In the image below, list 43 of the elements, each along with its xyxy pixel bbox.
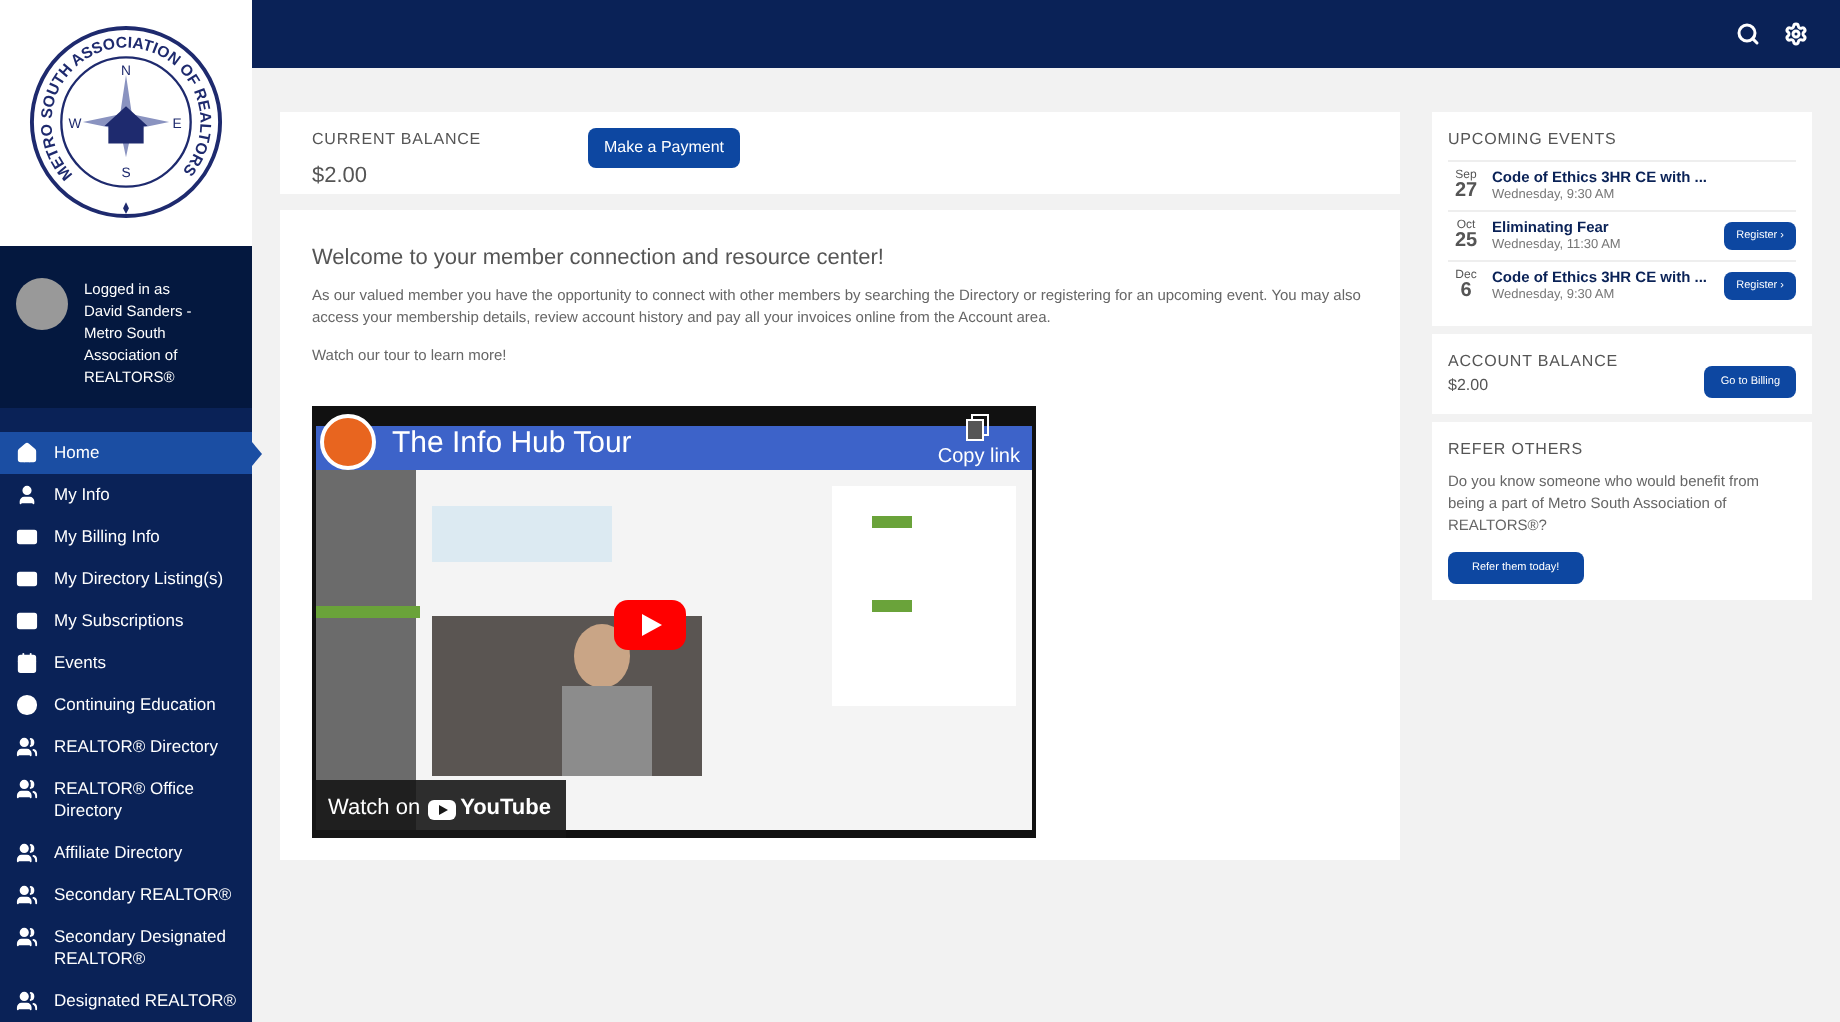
events-title: UPCOMING EVENTS [1448, 128, 1619, 152]
watch-on-youtube-button[interactable]: Watch on YouTube [312, 780, 567, 838]
sidebar-item[interactable]: Secondary Designated REALTOR® [0, 916, 252, 980]
sidebar-item[interactable]: Affiliate Directory [0, 832, 252, 874]
event-day: 27 [1454, 182, 1478, 202]
sidebar-item[interactable]: Designated REALTOR® [0, 980, 252, 1022]
people-icon [16, 842, 38, 864]
account-balance-amount: $2.00 [1448, 374, 1491, 398]
account-balance-title: ACCOUNT BALANCE [1448, 350, 1618, 374]
people-icon [16, 884, 38, 906]
balance-label: CURRENT BALANCE [312, 128, 484, 152]
sidebar-item[interactable]: Continuing Education [0, 684, 252, 726]
circle-icon [16, 694, 38, 716]
make-payment-button[interactable]: Make a Payment [588, 128, 741, 168]
refer-title: REFER OTHERS [1448, 438, 1583, 462]
copy-icon[interactable] [966, 413, 991, 442]
video-title: The Info Hub Tour [392, 423, 632, 464]
copy-link[interactable]: Copy link [937, 441, 1020, 472]
people-icon [16, 736, 38, 758]
event-day: 6 [1460, 282, 1472, 302]
search-icon[interactable] [1736, 22, 1760, 46]
sidebar-item[interactable]: My Subscriptions [0, 600, 252, 642]
sidebar-item[interactable]: REALTOR® Office Directory [0, 768, 252, 832]
sidebar-item[interactable]: My Directory Listing(s) [0, 558, 252, 600]
youtube-play-icon [428, 799, 457, 819]
sidebar-item[interactable]: My Info [0, 474, 252, 516]
people-icon [16, 926, 38, 948]
event-day: 25 [1454, 232, 1478, 252]
calendar-icon [16, 652, 38, 674]
sidebar-item[interactable]: REALTOR® Directory [0, 726, 252, 768]
people-icon [16, 990, 38, 1012]
settings-icon[interactable] [1784, 22, 1808, 46]
balance-amount: $2.00 [312, 162, 370, 192]
sidebar-item[interactable]: Events [0, 642, 252, 684]
play-button-icon[interactable] [614, 599, 686, 650]
home-icon [16, 442, 38, 464]
welcome-title: Welcome to your member connection and resource center! [312, 244, 886, 274]
sidebar-item[interactable]: Secondary REALTOR® [0, 874, 252, 916]
user-icon [16, 484, 38, 506]
people-icon [16, 778, 38, 800]
selected-pointer-icon [252, 442, 262, 466]
avatar [16, 277, 68, 330]
sidebar-item[interactable]: My Billing Info [0, 516, 252, 558]
